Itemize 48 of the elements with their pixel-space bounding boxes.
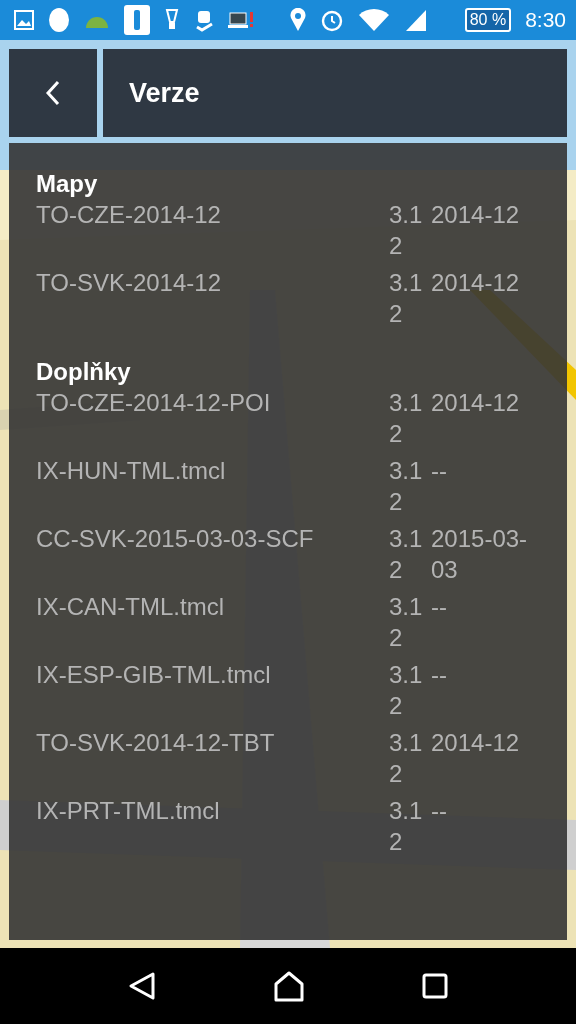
laptop-alert-icon — [228, 10, 254, 30]
wifi-icon — [358, 7, 391, 33]
recents-square-icon — [421, 973, 448, 999]
back-triangle-icon — [128, 971, 157, 1001]
package-name: TO-SVK-2014-12-TBT — [36, 728, 276, 758]
signal-icon — [404, 8, 429, 32]
package-version: 3.12 — [389, 660, 424, 721]
package-version: 3.12 — [389, 524, 424, 585]
back-nav-button[interactable] — [128, 971, 157, 1001]
location-icon — [290, 8, 307, 32]
package-date: 2014-12 — [431, 268, 521, 298]
clock-time: 8:30 — [525, 8, 566, 32]
gallery-icon — [14, 10, 34, 30]
package-version: 3.12 — [389, 268, 424, 329]
chevron-left-icon — [45, 80, 61, 106]
section-title: Doplňky — [36, 357, 132, 387]
home-nav-button[interactable] — [273, 970, 305, 1002]
battery-level: 80 % — [464, 8, 512, 32]
package-name: CC-SVK-2015-03-03-SCF — [36, 524, 315, 554]
package-version: 3.12 — [389, 728, 424, 789]
package-date: 2015-03-03 — [431, 524, 529, 585]
package-version: 3.12 — [389, 200, 424, 261]
package-name: TO-CZE-2014-12-POI — [36, 388, 272, 418]
package-date: -- — [431, 592, 448, 622]
card-icon — [124, 5, 150, 35]
home-icon — [273, 970, 305, 1002]
package-version: 3.12 — [389, 592, 424, 653]
section-title: Mapy — [36, 169, 99, 199]
package-date: -- — [431, 660, 448, 690]
recents-nav-button[interactable] — [421, 973, 448, 999]
package-date: -- — [431, 456, 448, 486]
bulb-icon — [164, 8, 180, 32]
package-date: 2014-12 — [431, 388, 521, 418]
package-name: TO-CZE-2014-12 — [36, 200, 222, 230]
package-version: 3.12 — [389, 388, 424, 449]
package-date: 2014-12 — [431, 728, 521, 758]
android-update-icon — [194, 8, 214, 32]
alarm-icon — [320, 8, 345, 32]
package-name: IX-ESP-GIB-TML.tmcl — [36, 660, 272, 690]
package-name: IX-HUN-TML.tmcl — [36, 456, 227, 486]
package-name: IX-CAN-TML.tmcl — [36, 592, 225, 622]
package-name: IX-PRT-TML.tmcl — [36, 796, 221, 826]
screen-title: Verze — [129, 77, 200, 109]
package-version: 3.12 — [389, 456, 424, 517]
package-version: 3.12 — [389, 796, 424, 857]
package-date: 2014-12 — [431, 200, 521, 230]
package-date: -- — [431, 796, 448, 826]
package-name: TO-SVK-2014-12 — [36, 268, 222, 298]
